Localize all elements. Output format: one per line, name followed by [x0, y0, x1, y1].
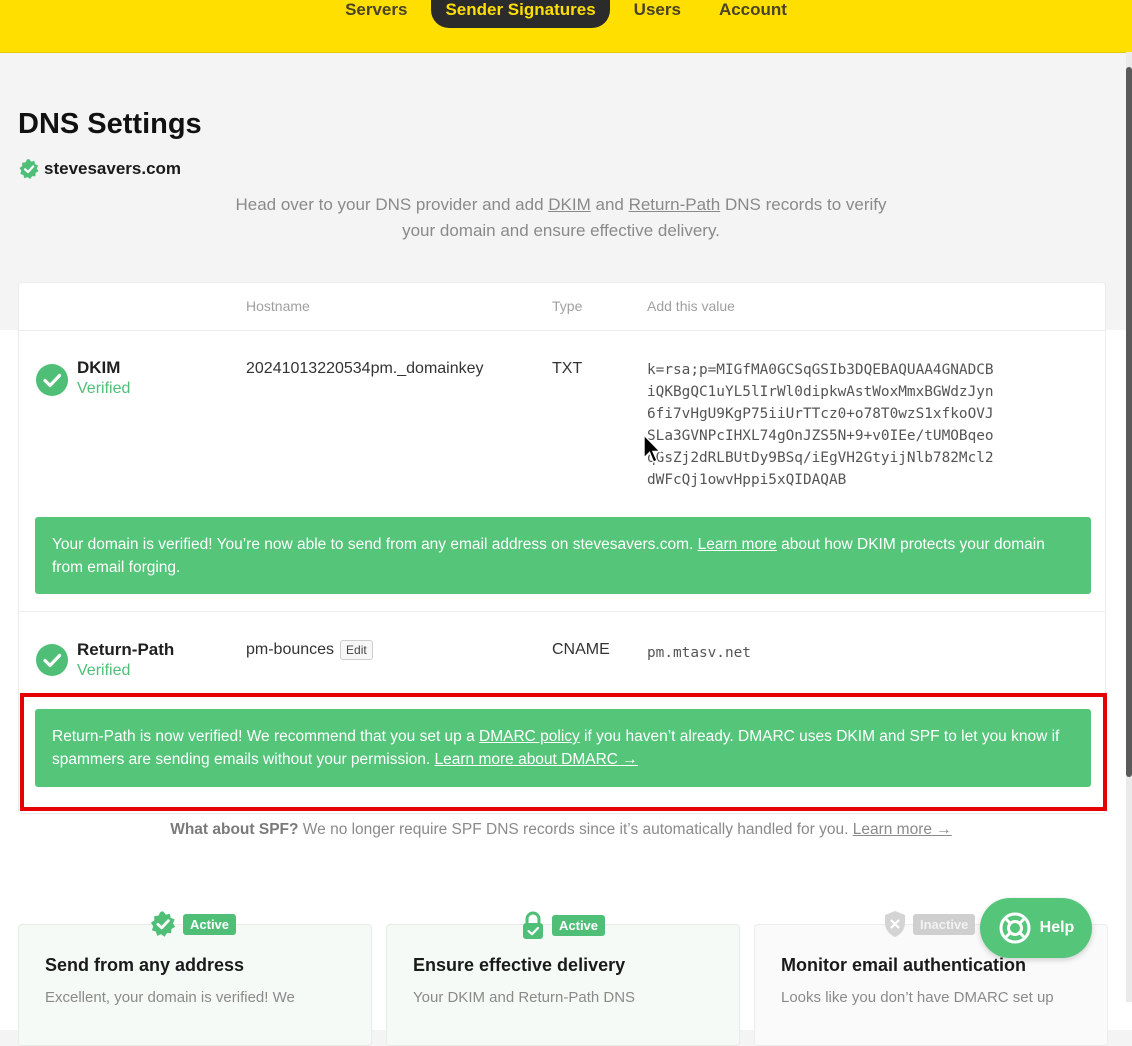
- domain-name: stevesavers.com: [44, 159, 182, 178]
- dkim-link[interactable]: DKIM: [548, 195, 591, 214]
- help-button[interactable]: Help: [980, 898, 1092, 958]
- spf-learn-more-link[interactable]: Learn more →: [853, 821, 952, 838]
- lifebuoy-icon: [999, 912, 1031, 944]
- page-title: DNS Settings: [18, 108, 202, 140]
- spf-note: What about SPF? We no longer require SPF…: [0, 821, 1122, 839]
- feature-card-delivery: Ensure effective delivery Your DKIM and …: [386, 924, 740, 1046]
- lock-icon: [523, 911, 543, 939]
- dkim-record-row: DKIM Verified 20241013220534pm._domainke…: [19, 331, 1105, 517]
- record-hostname: pm-bounces Edit: [246, 640, 373, 660]
- scrollbar-thumb[interactable]: [1126, 67, 1132, 777]
- feature-status-send: Active: [149, 910, 237, 938]
- nav-tab-account[interactable]: Account: [705, 0, 801, 30]
- badge-check-icon: [19, 159, 39, 179]
- return-path-verified-alert: Return-Path is now verified! We recommen…: [35, 709, 1091, 787]
- header-value: Add this value: [647, 298, 735, 314]
- record-name: DKIM: [77, 358, 121, 377]
- mouse-cursor-icon: [643, 434, 661, 463]
- feature-description: Looks like you don’t have DMARC set up: [781, 989, 1054, 1006]
- return-path-record-row: Return-Path Verified pm-bounces Edit CNA…: [19, 612, 1105, 692]
- hostname-text: pm-bounces: [246, 641, 335, 658]
- badge-check-icon: [150, 911, 176, 937]
- spf-note-heading: What about SPF?: [170, 821, 299, 838]
- record-type: CNAME: [552, 641, 610, 658]
- feature-description: Your DKIM and Return-Path DNS: [413, 989, 636, 1006]
- verified-check-icon: [36, 364, 68, 396]
- learn-more-dmarc-link[interactable]: Learn more about DMARC →: [435, 751, 638, 768]
- record-status: Verified: [77, 662, 131, 679]
- feature-title: Monitor email authentication: [781, 955, 1027, 975]
- header-hostname: Hostname: [246, 298, 310, 314]
- nav-tab-servers[interactable]: Servers: [331, 0, 421, 30]
- feature-card-send: Send from any address Excellent, your do…: [18, 924, 372, 1046]
- scrollbar[interactable]: [1126, 52, 1132, 1002]
- status-badge: Active: [183, 913, 237, 935]
- return-path-link[interactable]: Return-Path: [629, 195, 721, 214]
- feature-title: Ensure effective delivery: [413, 955, 626, 975]
- feature-status-delivery: Active: [520, 910, 606, 940]
- alert-prefix: Your domain is verified! You’re now able…: [52, 536, 698, 553]
- feature-title: Send from any address: [45, 955, 245, 975]
- domain-line: stevesavers.com: [18, 158, 181, 180]
- shield-icon: [885, 911, 905, 937]
- intro-mid: and: [590, 195, 629, 214]
- spf-note-text: We no longer require SPF DNS records sin…: [298, 821, 853, 838]
- edit-hostname-button[interactable]: Edit: [340, 640, 373, 660]
- record-name: Return-Path: [77, 640, 175, 659]
- dkim-verified-alert: Your domain is verified! You’re now able…: [35, 517, 1091, 594]
- record-value[interactable]: pm.mtasv.net: [647, 642, 997, 664]
- intro-prefix: Head over to your DNS provider and add: [235, 195, 549, 214]
- top-nav: Servers Sender Signatures Users Account: [0, 0, 1132, 53]
- feature-status-monitor: Inactive: [883, 910, 976, 938]
- verified-check-icon: [36, 644, 68, 676]
- record-value[interactable]: k=rsa;p=MIGfMA0GCSqGSIb3DQEBAQUAA4GNADCB…: [647, 359, 997, 491]
- table-header: Hostname Type Add this value: [19, 283, 1105, 331]
- dns-records-card: Hostname Type Add this value DKIM Verifi…: [18, 282, 1106, 814]
- help-label: Help: [1039, 919, 1075, 936]
- header-type: Type: [552, 298, 583, 314]
- dmarc-policy-link[interactable]: DMARC policy: [479, 728, 580, 745]
- alert-prefix: Return-Path is now verified! We recommen…: [52, 728, 480, 745]
- dkim-learn-more-link[interactable]: Learn more: [698, 536, 777, 553]
- nav-tab-sender-signatures[interactable]: Sender Signatures: [431, 0, 610, 28]
- record-type: TXT: [552, 360, 583, 377]
- status-badge: Inactive: [913, 913, 976, 935]
- feature-description: Excellent, your domain is verified! We: [45, 989, 295, 1006]
- nav-tab-users[interactable]: Users: [620, 0, 695, 30]
- intro-text: Head over to your DNS provider and add D…: [0, 192, 1122, 244]
- record-hostname: 20241013220534pm._domainkey: [246, 360, 484, 378]
- record-status: Verified: [77, 380, 131, 397]
- status-badge: Active: [552, 914, 606, 936]
- hostname-text: 20241013220534pm._domainkey: [246, 360, 484, 377]
